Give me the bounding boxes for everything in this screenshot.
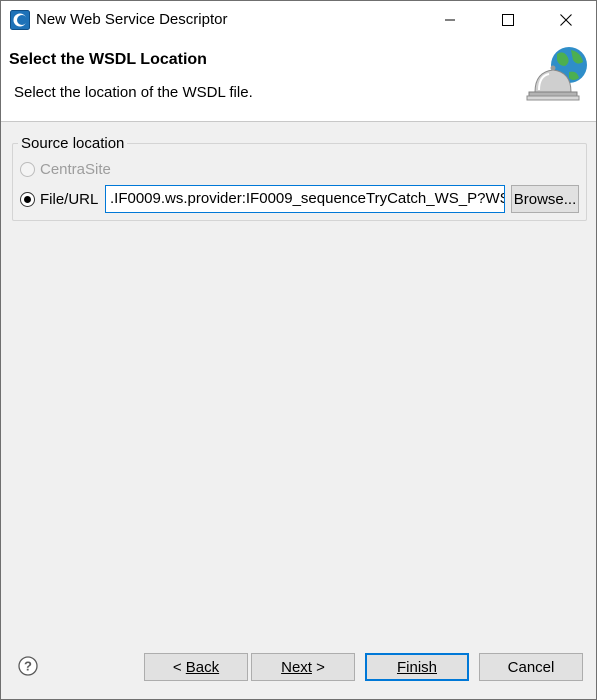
dialog-window: New Web Service Descriptor Select the WS… [0, 0, 597, 700]
finish-label: Finish [396, 658, 437, 676]
minimize-button[interactable] [421, 1, 479, 39]
file-url-label[interactable]: File/URL [40, 191, 98, 208]
source-location-label: Source location [18, 135, 128, 152]
minimize-icon [445, 19, 455, 21]
browse-label: Browse... [513, 190, 577, 208]
svg-text:?: ? [24, 659, 32, 674]
close-button[interactable] [537, 1, 595, 39]
globe-service-bell-icon [526, 47, 587, 101]
wsdl-url-input[interactable]: .IF0009.ws.provider:IF0009_sequenceTryCa… [105, 185, 505, 213]
back-button[interactable]: < Back [144, 653, 248, 681]
title-bar: New Web Service Descriptor [1, 1, 596, 39]
next-button[interactable]: Next > [251, 653, 355, 681]
back-label: Back [185, 658, 220, 676]
file-url-radio[interactable] [20, 192, 35, 207]
browse-button[interactable]: Browse... [511, 185, 579, 213]
centrasite-option: CentraSite [20, 161, 111, 178]
finish-button[interactable]: Finish [365, 653, 469, 681]
cancel-button[interactable]: Cancel [479, 653, 583, 681]
close-icon [560, 14, 572, 26]
wizard-banner: Select the WSDL Location Select the loca… [1, 39, 596, 122]
centrasite-label: CentraSite [40, 161, 111, 178]
page-title: Select the WSDL Location [9, 51, 207, 68]
centrasite-radio [20, 162, 35, 177]
back-arrow-icon: < [172, 658, 186, 676]
page-description: Select the location of the WSDL file. [14, 84, 253, 101]
file-url-option[interactable]: File/URL [20, 191, 98, 208]
cancel-label: Cancel [507, 658, 555, 676]
maximize-button[interactable] [479, 1, 537, 39]
window-title: New Web Service Descriptor [36, 11, 228, 28]
next-arrow-icon: > [311, 658, 325, 676]
maximize-icon [502, 14, 514, 26]
help-icon[interactable]: ? [18, 656, 38, 676]
eclipse-webmethods-icon [10, 10, 30, 30]
next-label: Next [281, 658, 312, 676]
